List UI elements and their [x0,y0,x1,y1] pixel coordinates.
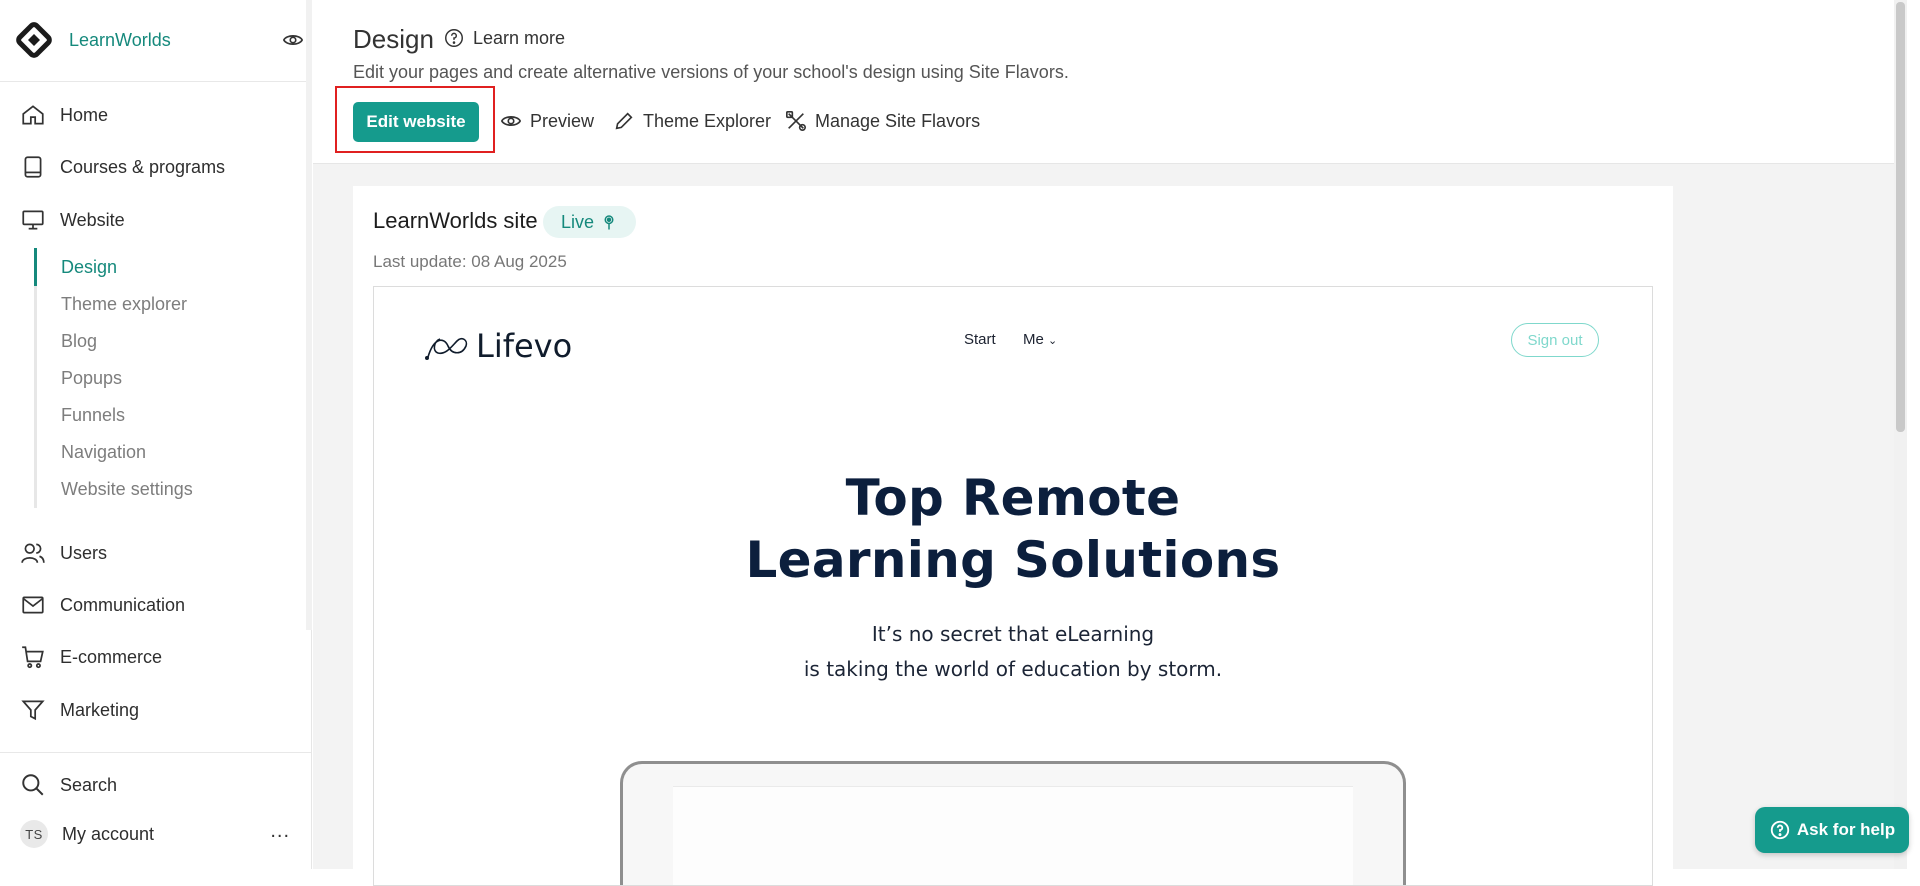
preview-brand-name: Lifevo [476,327,573,365]
preview-logo: Lifevo [424,327,572,365]
nav-item-marketing[interactable]: Marketing [20,690,290,730]
ask-for-help-button[interactable]: Ask for help [1755,807,1909,853]
tools-icon [786,111,806,131]
preview-nav-me-label: Me [1023,331,1044,348]
users-icon [21,543,45,563]
account-label: My account [62,823,155,844]
help-circle-icon [445,29,463,47]
brand-name: LearnWorlds [69,29,171,50]
nav-item-courses[interactable]: Courses & programs [20,147,290,187]
preview-hero-title: Top Remote Learning Solutions [374,467,1652,591]
nav-item-users[interactable]: Users [20,533,290,573]
help-circle-icon [1770,820,1790,840]
sidebar-scrollbar[interactable] [306,0,312,630]
sidebar: LearnWorlds Home Courses & programs Webs… [0,0,312,869]
subnav-item-blog[interactable]: Blog [61,326,97,356]
learnworlds-logo-icon [16,22,52,58]
subnav-item-design[interactable]: Design [61,252,117,282]
nav-label: Home [60,104,109,125]
device-mockup [620,761,1406,885]
subnav-item-popups[interactable]: Popups [61,363,122,393]
monitor-icon [22,210,44,230]
nav-label: Users [60,542,108,563]
preview-button[interactable]: Preview [500,110,594,132]
subnav-item-theme-explorer[interactable]: Theme explorer [61,289,187,319]
site-name: LearnWorlds site [373,208,538,233]
pencil-icon [615,112,633,130]
learn-more-link[interactable]: Learn more [443,27,565,49]
hero-sub-line-2: is taking the world of education by stor… [803,657,1223,681]
cart-icon [22,646,44,669]
site-preview[interactable]: Lifevo Start Me ⌄ Sign out Top Remote Le… [373,286,1653,886]
nav-label: Website [60,209,125,230]
preview-hero-subtitle: It’s no secret that eLearning is taking … [374,617,1652,687]
nav-item-ecommerce[interactable]: E-commerce [20,637,290,677]
hero-line-2: Learning Solutions [745,531,1281,589]
nav-item-communication[interactable]: Communication [20,585,290,625]
page-header: Design Learn more Edit your pages and cr… [313,0,1907,164]
site-card: LearnWorlds site Live Last update: 08 Au… [353,186,1673,886]
manage-site-flavors-label: Manage Site Flavors [815,110,981,131]
main-scrollbar[interactable] [1894,0,1907,869]
edit-website-button[interactable]: Edit website [353,102,479,142]
preview-nav-me[interactable]: Me ⌄ [1023,331,1057,348]
learn-more-label: Learn more [473,27,566,48]
preview-nav-start[interactable]: Start [964,331,996,348]
status-badge: Live [543,206,637,238]
mail-icon [22,596,44,614]
chevron-down-icon: ⌄ [1048,335,1058,347]
brand[interactable]: LearnWorlds [14,20,304,60]
hero-line-1: Top Remote [845,469,1181,527]
subnav-item-navigation[interactable]: Navigation [61,437,146,467]
ask-for-help-label: Ask for help [1796,820,1896,839]
live-pin-icon [604,215,614,230]
preview-label: Preview [530,110,595,131]
search-icon [22,774,44,796]
lifevo-logo-icon [424,338,468,360]
hero-sub-line-1: It’s no secret that eLearning [871,622,1155,646]
main-area: Design Learn more Edit your pages and cr… [313,0,1907,886]
page-title: Design [353,24,434,54]
avatar: TS [20,820,48,848]
divider [0,81,311,82]
device-screen [673,786,1353,885]
theme-explorer-label: Theme Explorer [643,110,772,131]
eye-icon [500,116,522,126]
subnav-item-website-settings[interactable]: Website settings [61,474,193,504]
nav-label: Courses & programs [60,156,226,177]
page-subtitle: Edit your pages and create alternative v… [353,62,1069,82]
scrollbar-thumb[interactable] [1896,2,1905,432]
filter-icon [21,700,45,721]
subnav-active-indicator [34,248,37,286]
theme-explorer-button[interactable]: Theme Explorer [613,110,771,132]
search-label: Search [60,774,118,795]
status-label: Live [561,211,595,232]
manage-site-flavors-button[interactable]: Manage Site Flavors [785,110,980,132]
eye-icon[interactable] [282,29,304,51]
last-update: Last update: 08 Aug 2025 [373,252,567,271]
preview-signout-button[interactable]: Sign out [1511,323,1599,357]
nav-label: E-commerce [60,646,163,667]
subnav-track [34,248,37,508]
nav-label: Communication [60,594,186,615]
my-account[interactable]: TS My account ... [20,814,290,854]
sidebar-search[interactable]: Search [20,765,290,805]
nav-item-website[interactable]: Website [20,200,290,240]
subnav-item-funnels[interactable]: Funnels [61,400,125,430]
book-icon [24,156,42,178]
more-options-icon[interactable]: ... [270,821,290,841]
divider [0,752,311,753]
nav-label: Marketing [60,699,140,720]
home-icon [22,105,44,125]
nav-item-home[interactable]: Home [20,95,290,135]
